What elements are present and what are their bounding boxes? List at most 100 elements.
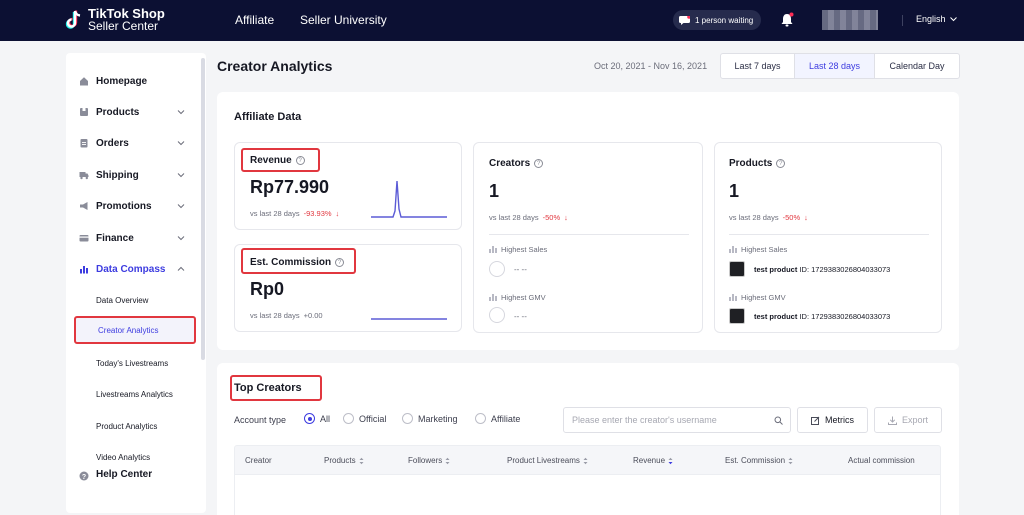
sidebar-subitem-todays-livestreams[interactable]: Today's Livestreams — [96, 359, 168, 368]
bar-chart-icon — [80, 266, 88, 274]
sidebar-item-homepage[interactable]: Homepage — [66, 69, 206, 93]
chat-status-button[interactable]: 1 person waiting — [673, 10, 761, 30]
creators-table-header: Creator Products Followers Product Lives… — [234, 445, 941, 475]
info-icon[interactable]: ? — [534, 159, 544, 168]
products-value: 1 — [729, 181, 740, 201]
info-icon[interactable]: ? — [776, 159, 786, 168]
sidebar-item-finance[interactable]: Finance — [66, 226, 206, 250]
edit-icon — [811, 416, 820, 425]
account-type-all-radio[interactable]: All — [304, 413, 330, 424]
chevron-down-icon — [177, 110, 185, 115]
column-label: Products — [324, 456, 356, 465]
product-name: test product — [754, 312, 798, 321]
sidebar-item-data-compass[interactable]: Data Compass — [66, 257, 206, 281]
sort-icon — [788, 457, 793, 464]
chat-icon — [679, 15, 690, 25]
comparison-label: vs last 28 days — [489, 213, 539, 222]
range-last-7-days-button[interactable]: Last 7 days — [721, 54, 795, 78]
export-label: Export — [901, 415, 928, 425]
column-label: Revenue — [633, 456, 666, 465]
radio-label: Affiliate — [491, 413, 521, 424]
creator-avatar-placeholder — [489, 261, 505, 277]
box-icon — [80, 108, 88, 116]
radio-label: Official — [359, 413, 387, 424]
export-button[interactable]: Export — [874, 407, 942, 433]
column-est-commission[interactable]: Est. Commission — [725, 456, 793, 465]
arrow-down-icon: ↓ — [804, 213, 808, 222]
account-type-label: Account type — [234, 415, 287, 425]
sidebar-subitem-livestreams-analytics[interactable]: Livestreams Analytics — [96, 390, 173, 399]
date-range-toggle: Last 7 days Last 28 days Calendar Day — [720, 53, 960, 79]
date-range[interactable]: Oct 20, 2021 - Nov 16, 2021 — [594, 61, 707, 71]
download-icon — [887, 416, 897, 425]
highest-sales-label: Highest Sales — [489, 245, 547, 254]
creators-card: Creators ? 1 vs last 28 days -50% ↓ High… — [473, 142, 703, 333]
tiktok-shop-logo[interactable]: TikTok Shop Seller Center — [64, 7, 165, 32]
product-thumbnail[interactable] — [729, 261, 745, 277]
product-thumbnail[interactable] — [729, 308, 745, 324]
column-followers[interactable]: Followers — [408, 456, 450, 465]
creators-change: -50% — [542, 213, 561, 222]
commission-value: Rp0 — [250, 279, 285, 299]
chevron-down-icon — [949, 16, 957, 21]
sidebar-subitem-video-analytics[interactable]: Video Analytics — [96, 453, 150, 462]
sort-desc-icon — [668, 457, 673, 464]
account-type-marketing-radio[interactable]: Marketing — [402, 413, 458, 424]
product-name: test product — [754, 265, 798, 274]
nav-affiliate[interactable]: Affiliate — [235, 13, 274, 27]
arrow-down-icon: ↓ — [335, 209, 340, 218]
sidebar-item-shipping[interactable]: Shipping — [66, 163, 206, 187]
column-products[interactable]: Products — [324, 456, 364, 465]
sidebar-subitem-data-overview[interactable]: Data Overview — [96, 296, 148, 305]
highest-gmv-product[interactable]: test product ID: 1729383026804033073 — [754, 312, 890, 321]
account-avatar[interactable] — [822, 10, 878, 30]
svg-text:?: ? — [82, 474, 86, 481]
highest-gmv-label: Highest GMV — [489, 293, 546, 302]
sort-icon — [359, 457, 364, 464]
sidebar-item-help-center[interactable]: ? Help Center — [66, 462, 206, 492]
account-type-affiliate-radio[interactable]: Affiliate — [475, 413, 520, 424]
column-product-livestreams[interactable]: Product Livestreams — [507, 456, 588, 465]
sidebar-item-products[interactable]: Products — [66, 100, 206, 124]
sidebar-item-promotions[interactable]: Promotions — [66, 194, 206, 218]
topbar-divider — [902, 15, 903, 26]
chevron-down-icon — [177, 141, 185, 146]
sort-icon — [445, 457, 450, 464]
column-revenue[interactable]: Revenue — [633, 456, 673, 465]
search-icon[interactable] — [774, 416, 783, 425]
top-creators-highlight-box — [230, 375, 322, 401]
highest-gmv-creator: -- -- — [514, 312, 527, 321]
card-icon — [79, 235, 89, 242]
sidebar-item-orders[interactable]: Orders — [66, 131, 206, 155]
arrow-down-icon: ↓ — [564, 213, 568, 222]
creators-value: 1 — [489, 181, 500, 201]
commission-change: +0.00 — [303, 311, 323, 320]
creators-label-text: Creators — [489, 158, 531, 169]
range-last-28-days-button[interactable]: Last 28 days — [795, 54, 875, 78]
sidebar-scrollbar[interactable] — [201, 58, 205, 360]
tiktok-logo-icon — [65, 10, 81, 29]
sidebar-subitem-label: Creator Analytics — [98, 326, 159, 335]
radio-label: Marketing — [418, 413, 458, 424]
commission-highlight-box — [241, 248, 356, 274]
sidebar-subitem-creator-analytics[interactable]: Creator Analytics — [74, 316, 196, 344]
language-selector[interactable]: English — [916, 14, 957, 24]
sidebar-item-label: Homepage — [96, 75, 148, 87]
notification-bell-icon[interactable] — [780, 12, 794, 28]
range-calendar-day-button[interactable]: Calendar Day — [875, 54, 959, 78]
metrics-button[interactable]: Metrics — [797, 407, 868, 433]
sidebar: Homepage Products Orders Shipping Promot… — [66, 53, 206, 513]
account-type-official-radio[interactable]: Official — [343, 413, 386, 424]
sidebar-subitem-product-analytics[interactable]: Product Analytics — [96, 422, 157, 431]
help-icon: ? — [79, 471, 89, 481]
bar-chart-icon — [489, 246, 497, 253]
nav-seller-university[interactable]: Seller University — [300, 13, 387, 27]
sidebar-item-label: Shipping — [96, 169, 139, 181]
sidebar-item-label: Promotions — [96, 200, 152, 212]
bar-chart-icon — [729, 246, 737, 253]
creator-search-input[interactable] — [572, 412, 762, 428]
highest-sales-product[interactable]: test product ID: 1729383026804033073 — [754, 265, 890, 274]
commission-sparkline — [371, 318, 447, 320]
products-card: Products ? 1 vs last 28 days -50% ↓ High… — [714, 142, 942, 333]
column-label: Actual commission — [848, 456, 915, 465]
